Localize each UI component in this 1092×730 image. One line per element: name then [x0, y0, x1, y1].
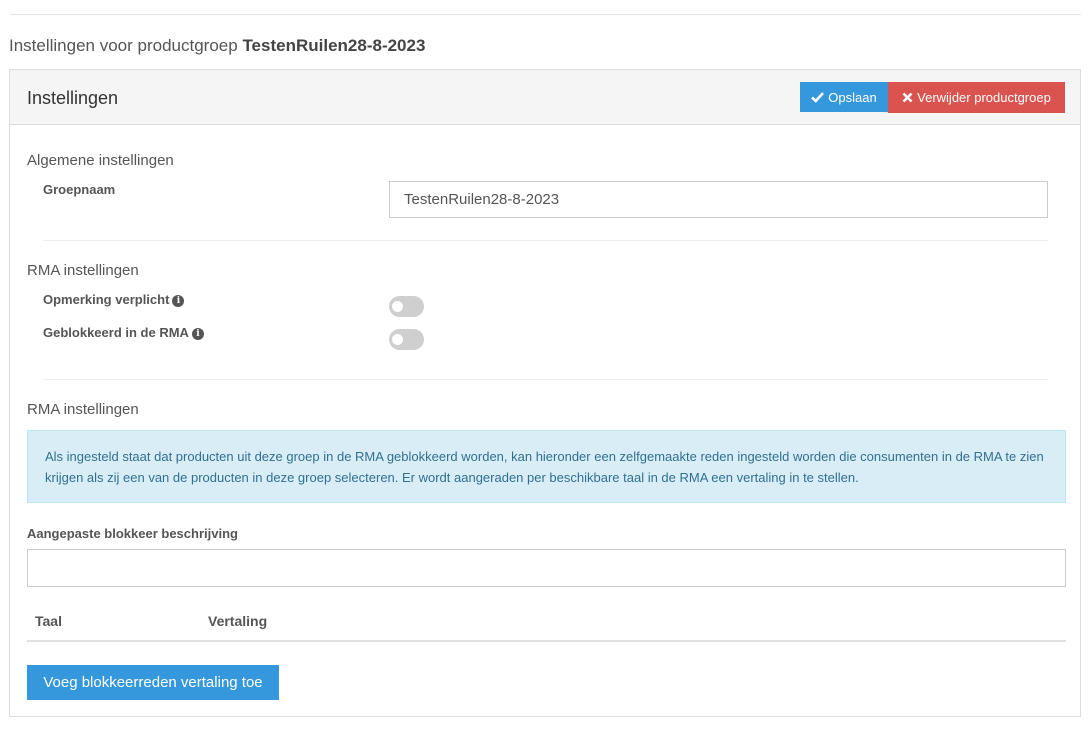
page-title: Instellingen voor productgroep TestenRui…	[9, 36, 425, 56]
remark-required-toggle[interactable]	[389, 296, 424, 317]
groupname-input[interactable]	[389, 181, 1048, 218]
panel-heading: Instellingen Opslaan Verwijder productgr…	[10, 70, 1080, 125]
general-section-title: Algemene instellingen	[27, 152, 174, 169]
info-icon[interactable]: i	[191, 328, 204, 340]
blocked-in-rma-label: Geblokkeerd in de RMA	[43, 325, 189, 340]
section-divider	[43, 379, 1048, 380]
top-divider	[10, 14, 1081, 15]
toggle-knob	[392, 301, 403, 312]
check-icon	[811, 92, 825, 103]
page-title-prefix: Instellingen voor productgroep	[9, 36, 238, 55]
info-icon[interactable]: i	[172, 295, 185, 307]
blocked-in-rma-row: Geblokkeerd in de RMA i	[43, 325, 204, 340]
info-alert: Als ingesteld staat dat producten uit de…	[27, 430, 1066, 503]
translations-table-header: Taal Vertaling	[27, 601, 1066, 642]
block-description-label: Aangepaste blokkeer beschrijving	[27, 526, 238, 541]
block-description-input[interactable]	[27, 549, 1066, 587]
save-button[interactable]: Opslaan	[800, 82, 888, 112]
blocked-in-rma-toggle[interactable]	[389, 329, 424, 350]
panel-title: Instellingen	[27, 88, 119, 108]
delete-button-label: Verwijder productgroep	[917, 90, 1051, 105]
close-icon	[902, 92, 913, 103]
column-header-language: Taal	[35, 613, 62, 629]
add-button-label: Voeg blokkeerreden vertaling toe	[43, 674, 263, 691]
remark-required-row: Opmerking verplicht i	[43, 292, 185, 307]
remark-required-label: Opmerking verplicht	[43, 292, 170, 307]
add-block-translation-button[interactable]: Voeg blokkeerreden vertaling toe	[27, 665, 279, 700]
save-button-label: Opslaan	[828, 89, 877, 105]
settings-panel: Instellingen Opslaan Verwijder productgr…	[9, 69, 1081, 717]
page-title-group: TestenRuilen28-8-2023	[242, 36, 426, 55]
section-divider	[43, 240, 1048, 241]
toggle-knob	[392, 334, 403, 345]
groupname-label: Groepnaam	[43, 182, 116, 197]
rma-section-title: RMA instellingen	[27, 262, 139, 279]
rma-block-section-title: RMA instellingen	[27, 401, 139, 418]
delete-productgroup-button[interactable]: Verwijder productgroep	[888, 82, 1065, 113]
column-header-translation: Vertaling	[208, 613, 268, 629]
